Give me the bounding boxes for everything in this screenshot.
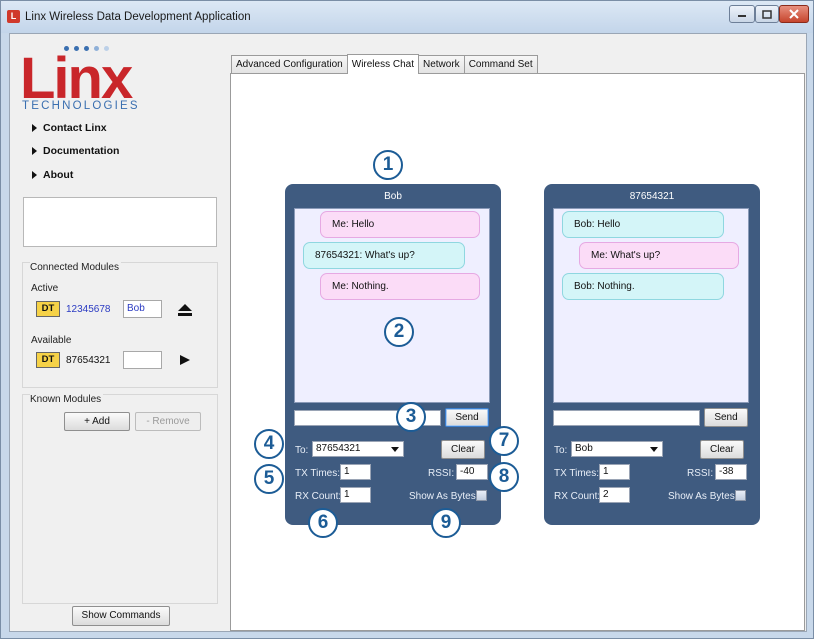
nav-label: About — [43, 169, 74, 181]
expand-arrow-icon — [32, 171, 37, 179]
nav-contact-linx[interactable]: Contact Linx — [32, 122, 107, 134]
tab-wireless-chat[interactable]: Wireless Chat — [346, 54, 419, 74]
rx-count-field[interactable]: 1 — [340, 487, 371, 503]
active-label: Active — [31, 283, 59, 294]
tx-times-label: TX Times: — [554, 468, 600, 479]
rssi-label: RSSI: — [428, 468, 455, 479]
remove-module-button[interactable]: - Remove — [135, 412, 201, 431]
tx-times-field[interactable]: 1 — [599, 464, 630, 480]
active-module-id[interactable]: 12345678 — [66, 304, 111, 315]
close-icon — [789, 9, 799, 19]
chat-history[interactable]: Bob: Hello Me: What's up? Bob: Nothing. — [553, 208, 749, 403]
main-content: Advanced Configuration Wireless Chat Net… — [230, 34, 806, 631]
close-button[interactable] — [779, 5, 809, 23]
module-type-badge: DT — [36, 301, 60, 317]
tab-command-set[interactable]: Command Set — [463, 55, 538, 73]
module-type-badge: DT — [36, 352, 60, 368]
to-label: To: — [295, 445, 309, 456]
minimize-icon — [738, 15, 746, 17]
show-as-bytes-label: Show As Bytes — [409, 491, 476, 502]
recipient-value: 87654321 — [316, 443, 361, 454]
rssi-field[interactable]: -40 — [456, 464, 488, 480]
group-title: Connected Modules — [30, 262, 121, 273]
expand-arrow-icon — [32, 147, 37, 155]
clear-button[interactable]: Clear — [700, 440, 744, 459]
nav-label: Documentation — [43, 145, 120, 157]
show-as-bytes-label: Show As Bytes — [668, 491, 735, 502]
tab-network[interactable]: Network — [418, 55, 465, 73]
callout-7: 7 — [489, 426, 519, 456]
chat-title: 87654321 — [629, 191, 675, 202]
dropdown-arrow-icon — [391, 447, 399, 452]
message-bubble: Me: Hello — [320, 211, 480, 238]
nav-label: Contact Linx — [43, 122, 107, 134]
known-modules-group: Known Modules + Add - Remove — [22, 394, 218, 604]
active-module-name-field[interactable]: Bob — [123, 300, 162, 318]
send-button[interactable]: Send — [704, 408, 748, 427]
clear-button[interactable]: Clear — [441, 440, 485, 459]
connect-arrow-icon[interactable] — [180, 355, 190, 365]
linx-logo: Linx TECHNOLOGIES — [20, 42, 150, 116]
chat-panel-bob: Bob Me: Hello 87654321: What's up? Me: N… — [285, 184, 501, 525]
sidebar: Linx TECHNOLOGIES Contact Linx Documenta… — [10, 34, 222, 633]
app-icon: L — [7, 10, 20, 23]
rssi-label: RSSI: — [687, 468, 714, 479]
callout-9: 9 — [431, 508, 461, 538]
window-title: Linx Wireless Data Development Applicati… — [25, 11, 251, 23]
message-bubble: Bob: Nothing. — [562, 273, 724, 300]
tab-bar: Advanced Configuration Wireless Chat Net… — [231, 54, 538, 74]
show-as-bytes-checkbox[interactable] — [735, 490, 746, 501]
callout-5: 5 — [254, 464, 284, 494]
callout-6: 6 — [308, 508, 338, 538]
chat-panel-87654321: 87654321 Bob: Hello Me: What's up? Bob: … — [544, 184, 760, 525]
callout-2: 2 — [384, 317, 414, 347]
add-module-button[interactable]: + Add — [64, 412, 130, 431]
connected-modules-group: Connected Modules Active DT 12345678 Bob… — [22, 262, 218, 388]
callout-4: 4 — [254, 429, 284, 459]
available-module-id[interactable]: 87654321 — [66, 355, 111, 366]
callout-3: 3 — [396, 402, 426, 432]
chat-history[interactable]: Me: Hello 87654321: What's up? Me: Nothi… — [294, 208, 490, 403]
expand-arrow-icon — [32, 124, 37, 132]
show-as-bytes-checkbox[interactable] — [476, 490, 487, 501]
available-module-name-field[interactable] — [123, 351, 162, 369]
tx-times-label: TX Times: — [295, 468, 341, 479]
eject-icon[interactable] — [178, 304, 192, 316]
rssi-field[interactable]: -38 — [715, 464, 747, 480]
callout-8: 8 — [489, 462, 519, 492]
tx-times-field[interactable]: 1 — [340, 464, 371, 480]
message-input[interactable] — [553, 410, 700, 426]
to-label: To: — [554, 445, 568, 456]
callout-1: 1 — [373, 150, 403, 180]
tab-advanced-configuration[interactable]: Advanced Configuration — [231, 55, 348, 73]
available-label: Available — [31, 335, 72, 346]
wireless-chat-pane: Bob Me: Hello 87654321: What's up? Me: N… — [230, 73, 805, 631]
message-bubble: Me: Nothing. — [320, 273, 480, 300]
recipient-select[interactable]: Bob — [571, 441, 663, 457]
message-bubble: Me: What's up? — [579, 242, 739, 269]
group-title: Known Modules — [30, 394, 104, 405]
rx-count-label: RX Count: — [554, 491, 601, 502]
nav-documentation[interactable]: Documentation — [32, 145, 119, 157]
rx-count-label: RX Count: — [295, 491, 342, 502]
minimize-button[interactable] — [729, 5, 755, 23]
message-bubble: Bob: Hello — [562, 211, 724, 238]
recipient-select[interactable]: 87654321 — [312, 441, 404, 457]
maximize-button[interactable] — [755, 5, 779, 23]
send-button[interactable]: Send — [445, 408, 489, 427]
title-bar[interactable]: L Linx Wireless Data Development Applica… — [1, 1, 813, 33]
recipient-value: Bob — [575, 443, 593, 454]
logo-subtitle: TECHNOLOGIES — [22, 100, 140, 112]
dropdown-arrow-icon — [650, 447, 658, 452]
show-commands-button[interactable]: Show Commands — [72, 606, 170, 626]
message-bubble: 87654321: What's up? — [303, 242, 465, 269]
rx-count-field[interactable]: 2 — [599, 487, 630, 503]
info-box — [23, 197, 217, 247]
maximize-icon — [762, 9, 772, 19]
nav-about[interactable]: About — [32, 169, 73, 181]
chat-title: Bob — [384, 191, 402, 202]
